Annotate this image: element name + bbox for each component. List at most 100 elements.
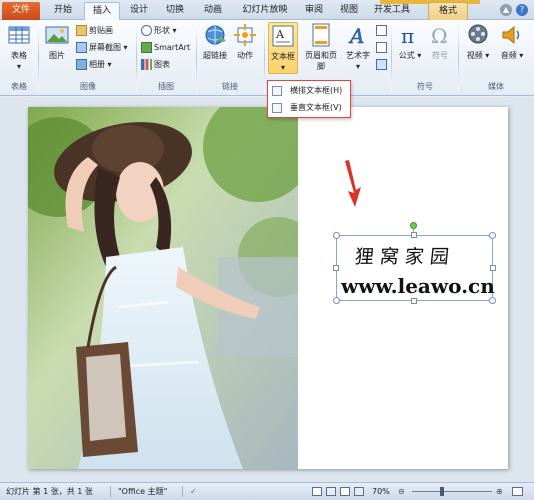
tab-view[interactable]: 视图 (332, 2, 366, 20)
textbox-icon: A (272, 25, 294, 47)
screenshot-icon (76, 42, 87, 53)
tab-slideshow[interactable]: 幻灯片放映 (236, 2, 294, 20)
zoom-level[interactable]: 70% (372, 483, 390, 500)
group-separator (136, 24, 137, 92)
tab-transitions[interactable]: 切换 (158, 2, 192, 20)
resize-handle-bm[interactable] (411, 298, 417, 304)
table-button[interactable]: 表格 ▾ (4, 22, 34, 80)
group-separator (458, 24, 459, 92)
chart-button[interactable]: 图表 (141, 58, 170, 71)
slide-canvas[interactable]: 狸窝家园 www.leawo.cn (28, 107, 508, 469)
resize-handle-ml[interactable] (333, 265, 339, 271)
zoom-slider-track[interactable] (412, 491, 492, 492)
audio-label: 音频 (500, 51, 517, 60)
fit-to-window-icon[interactable] (512, 487, 523, 496)
group-label-images: 图像 (80, 82, 96, 91)
group-separator (196, 24, 197, 92)
textbox-button[interactable]: A 文本框 ▾ (268, 22, 298, 74)
textbox-dropdown-menu: 横排文本框(H) 垂直文本框(V) (267, 80, 351, 118)
date-time-icon (376, 25, 387, 36)
svg-text:A: A (348, 24, 364, 48)
tab-insert[interactable]: 插入 (84, 2, 120, 21)
picture-label: 图片 (49, 51, 65, 60)
date-time-button[interactable] (376, 24, 389, 37)
theme-status[interactable]: "Office 主题" (118, 483, 167, 500)
chart-icon (141, 59, 152, 70)
help-icon[interactable]: ? (516, 4, 528, 16)
screenshot-label: 屏幕截图 (89, 43, 121, 52)
resize-handle-bl[interactable] (333, 297, 340, 304)
group-label-symbols: 符号 (417, 82, 433, 91)
hyperlink-icon (205, 25, 226, 45)
rotation-handle[interactable] (410, 222, 417, 229)
dropdown-arrow-icon: ▾ (16, 62, 21, 71)
action-icon (234, 24, 256, 46)
textbox-label: 文本框 (271, 52, 295, 61)
slide-number-icon (376, 42, 387, 53)
resize-handle-tr[interactable] (489, 232, 496, 239)
resize-handle-br[interactable] (489, 297, 496, 304)
equation-label: 公式 (398, 51, 415, 60)
audio-button[interactable]: 音频 ▾ (496, 22, 528, 80)
textbox-chinese-text: 狸窝家园 (353, 246, 457, 268)
tab-home[interactable]: 开始 (46, 2, 80, 20)
album-button[interactable]: 相册 ▾ (76, 58, 112, 71)
album-label: 相册 (89, 60, 105, 69)
equation-button[interactable]: π 公式 ▾ (396, 22, 424, 80)
menu-item-label: 横排文本框(H) (290, 86, 343, 95)
group-label-illustrations: 插图 (158, 82, 174, 91)
svg-text:π: π (401, 24, 414, 48)
minimize-ribbon-icon[interactable]: ▲ (500, 4, 512, 16)
slideshow-view-icon[interactable] (354, 487, 364, 496)
clipart-icon (76, 25, 87, 36)
menu-item-label: 垂直文本框(V) (290, 103, 342, 112)
tab-design[interactable]: 设计 (122, 2, 156, 20)
resize-handle-tl[interactable] (333, 232, 340, 239)
slide-count-status: 幻灯片 第 1 张，共 1 张 (6, 487, 93, 496)
zoom-slider-thumb[interactable] (440, 487, 444, 496)
wordart-button[interactable]: A 艺术字 ▾ (344, 22, 372, 80)
header-footer-label: 页眉和页脚 (305, 51, 337, 71)
smartart-button[interactable]: SmartArt (141, 41, 190, 54)
normal-view-icon[interactable] (312, 487, 322, 496)
hyperlink-label: 超链接 (203, 51, 227, 60)
resize-handle-tm[interactable] (411, 232, 417, 238)
header-footer-button[interactable]: 页眉和页脚 (302, 22, 340, 80)
picture-button[interactable]: 图片 (42, 22, 72, 80)
symbol-button[interactable]: Ω 符号 (426, 22, 454, 80)
zoom-out-icon[interactable]: ⊖ (398, 483, 405, 500)
tab-format[interactable]: 格式 (428, 2, 468, 20)
chart-label: 图表 (154, 60, 170, 69)
film-reel-icon (468, 24, 488, 44)
tab-animations[interactable]: 动画 (194, 2, 232, 20)
slide-sorter-icon[interactable] (326, 487, 336, 496)
screenshot-button[interactable]: 屏幕截图 ▾ (76, 41, 128, 54)
video-button[interactable]: 视频 ▾ (462, 22, 494, 80)
slide-number-button[interactable] (376, 41, 389, 54)
group-label-links: 链接 (222, 82, 238, 91)
tab-developer[interactable]: 开发工具 (368, 2, 416, 20)
menu-item-horizontal-textbox[interactable]: 横排文本框(H) (270, 83, 348, 99)
shapes-button[interactable]: 形状 ▾ (141, 24, 177, 37)
tab-file[interactable]: 文件 (2, 2, 40, 20)
status-divider (110, 486, 111, 497)
object-icon (376, 59, 387, 70)
clipart-button[interactable]: 剪贴画 (76, 24, 113, 37)
smartart-icon (141, 42, 152, 53)
selected-textbox[interactable]: 狸窝家园 www.leawo.cn (333, 222, 496, 304)
tab-review[interactable]: 审阅 (298, 2, 330, 20)
spellcheck-icon[interactable]: ✓ (190, 483, 197, 500)
hyperlink-button[interactable]: 超链接 (200, 22, 230, 80)
resize-handle-mr[interactable] (490, 265, 496, 271)
zoom-in-icon[interactable]: ⊕ (496, 483, 503, 500)
action-button[interactable]: 动作 (232, 22, 258, 80)
omega-icon: Ω (431, 24, 448, 48)
album-icon (76, 59, 87, 70)
horizontal-textbox-icon (272, 86, 282, 96)
object-button[interactable] (376, 58, 389, 71)
table-icon (8, 26, 30, 44)
speaker-icon (502, 25, 520, 45)
reading-view-icon[interactable] (340, 487, 350, 496)
menu-item-vertical-textbox[interactable]: 垂直文本框(V) (270, 100, 348, 116)
group-separator (391, 24, 392, 92)
